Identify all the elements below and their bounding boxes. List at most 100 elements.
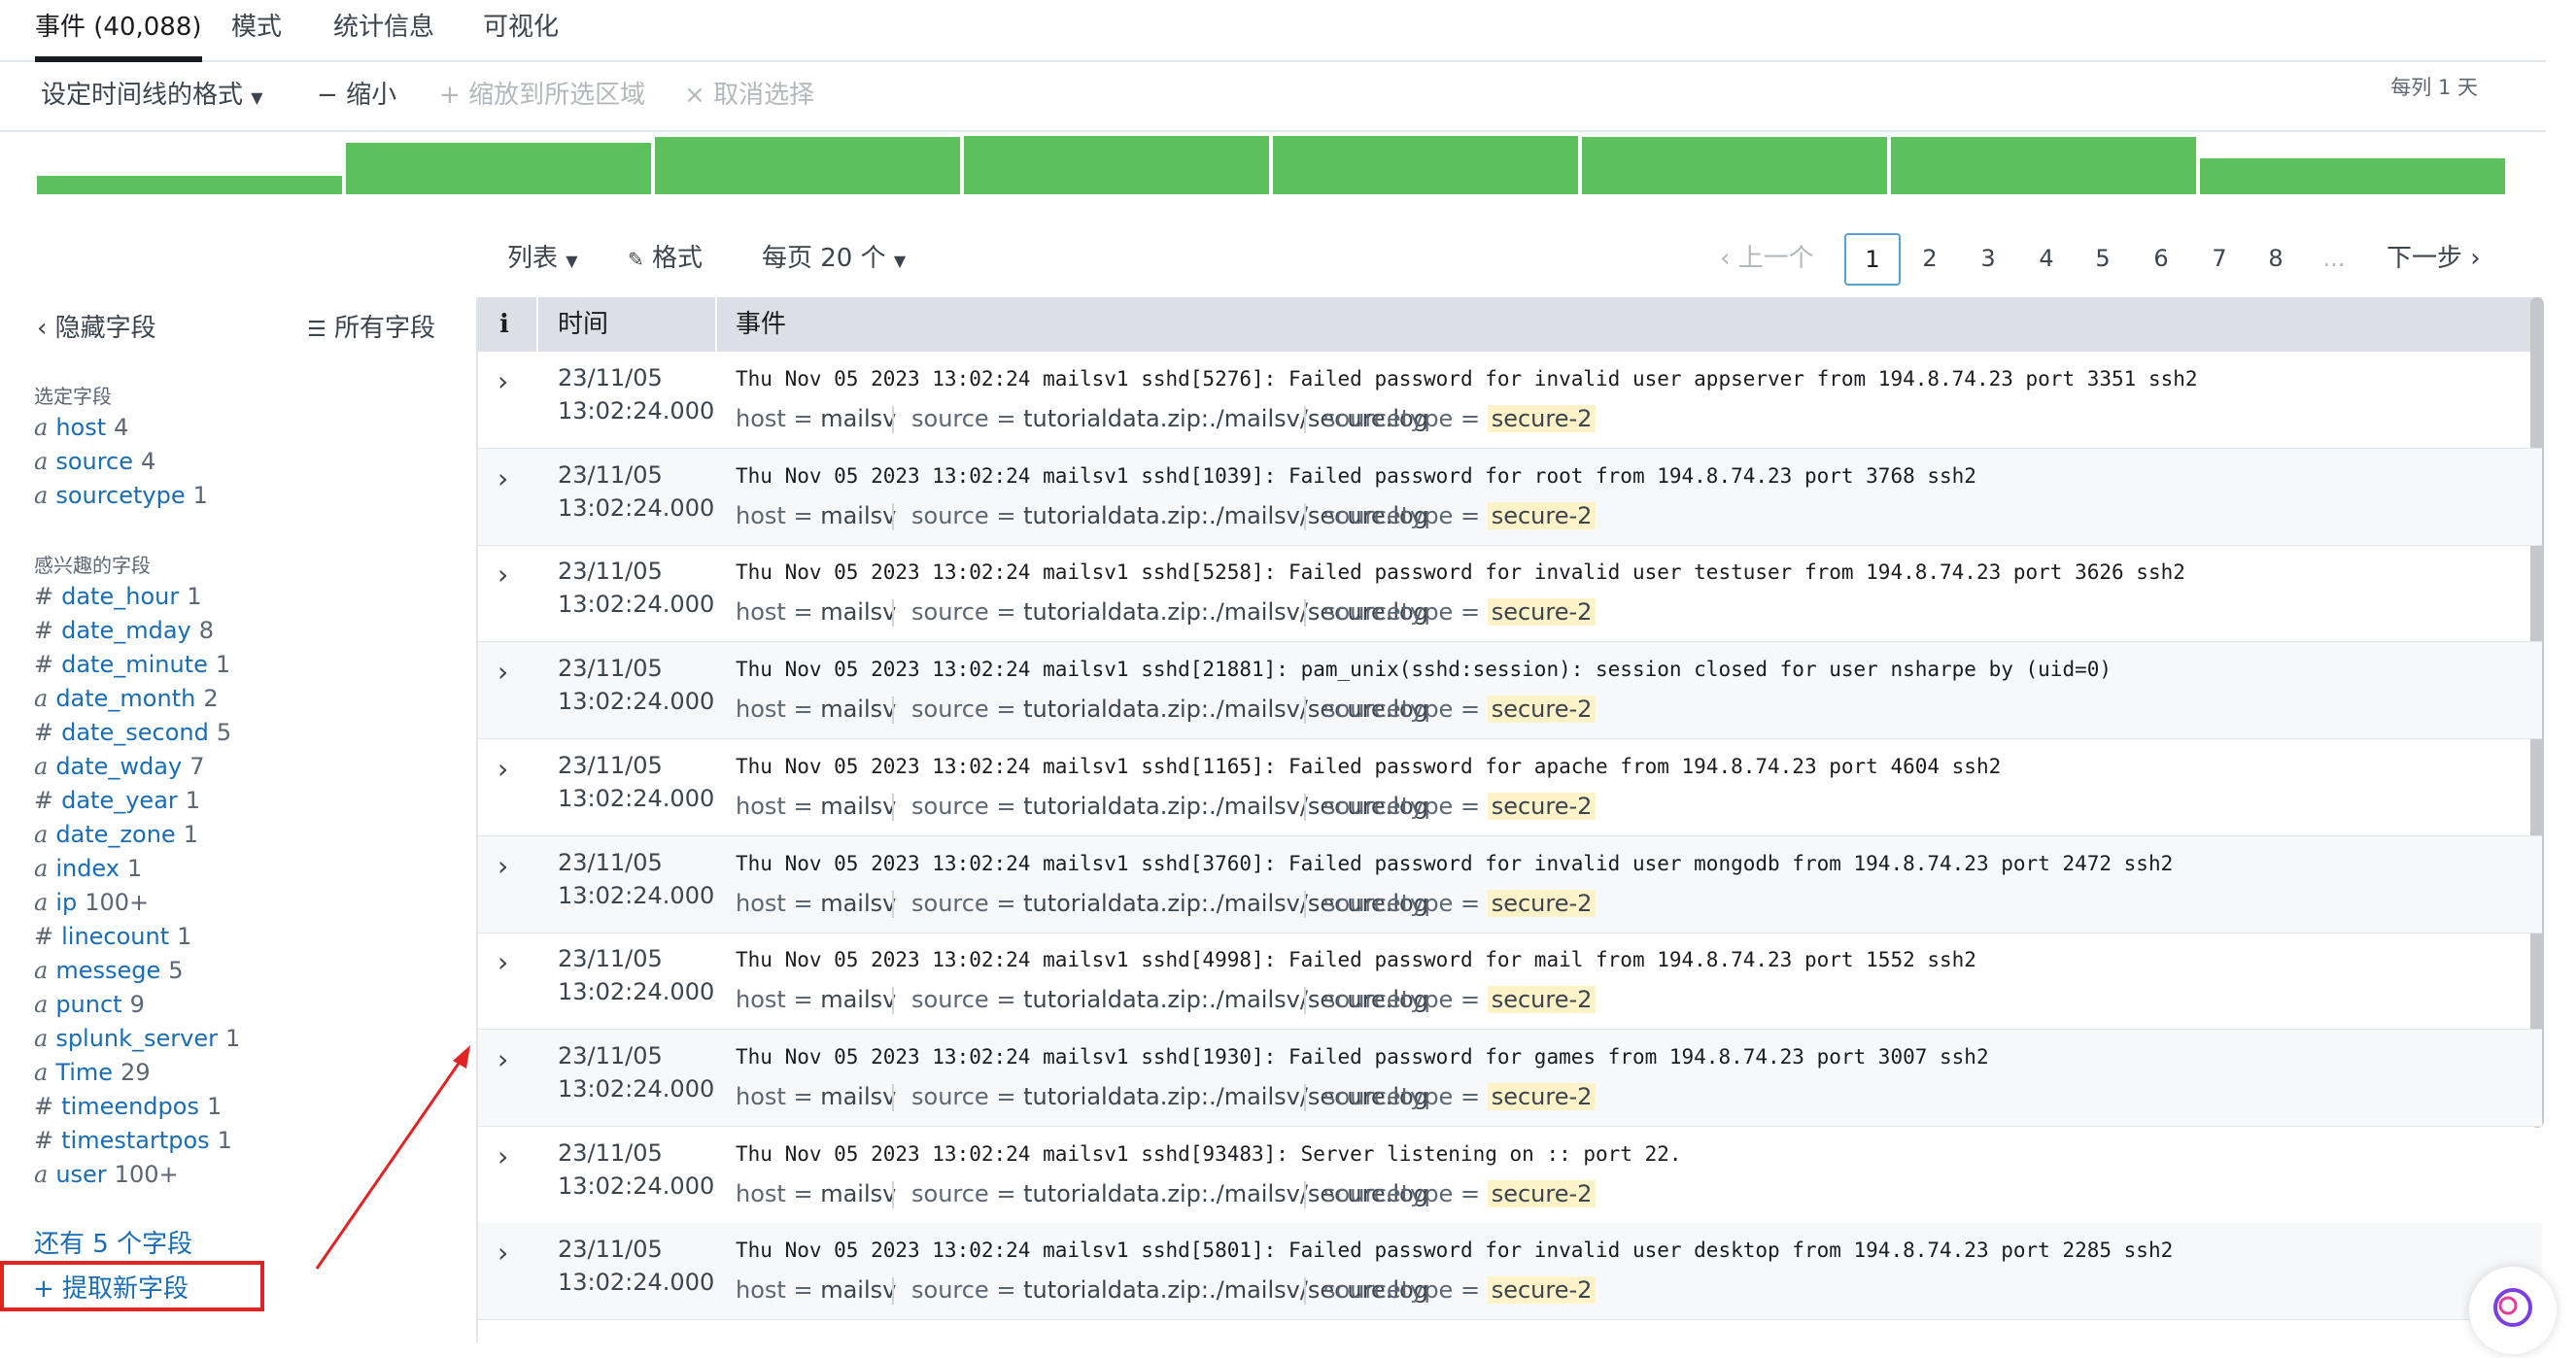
event-raw-text[interactable]: Thu Nov 05 2023 13:02:24 mailsv1 sshd[52… bbox=[736, 363, 2198, 394]
expand-row-icon[interactable]: › bbox=[498, 753, 508, 785]
table-row[interactable]: › 23/11/05 13:02:24.000 Thu Nov 05 2023 13:… bbox=[478, 545, 2542, 643]
field-timeendpos[interactable]: # timeendpos 1 bbox=[34, 1091, 222, 1122]
field-date_wday[interactable]: a date_wday 7 bbox=[34, 751, 204, 782]
sourcetype-field[interactable]: sourcetype = secure-2 bbox=[1323, 983, 1597, 1016]
host-value[interactable]: mailsv bbox=[820, 1180, 896, 1207]
timeline-bar[interactable] bbox=[346, 143, 651, 194]
page-4[interactable]: 4 bbox=[2019, 233, 2074, 284]
page-5[interactable]: 5 bbox=[2076, 233, 2130, 284]
table-row[interactable]: › 23/11/05 13:02:24.000 Thu Nov 05 2023 13:… bbox=[478, 352, 2542, 449]
event-raw-text[interactable]: Thu Nov 05 2023 13:02:24 mailsv1 sshd[21… bbox=[736, 654, 2112, 685]
timeline-bar[interactable] bbox=[964, 135, 1269, 194]
expand-row-icon[interactable]: › bbox=[498, 1140, 508, 1172]
expand-row-icon[interactable]: › bbox=[498, 365, 508, 397]
event-raw-text[interactable]: Thu Nov 05 2023 13:02:24 mailsv1 sshd[10… bbox=[736, 460, 1976, 492]
page-3[interactable]: 3 bbox=[1961, 233, 2015, 284]
sourcetype-value[interactable]: secure-2 bbox=[1487, 405, 1597, 432]
sourcetype-field[interactable]: sourcetype = secure-2 bbox=[1323, 790, 1597, 823]
expand-row-icon[interactable]: › bbox=[498, 1043, 508, 1075]
host-field[interactable]: host = mailsv bbox=[736, 1080, 896, 1113]
sourcetype-field[interactable]: sourcetype = secure-2 bbox=[1323, 887, 1597, 920]
field-date_zone[interactable]: a date_zone 1 bbox=[34, 819, 198, 850]
sourcetype-field[interactable]: sourcetype = secure-2 bbox=[1323, 1080, 1597, 1113]
field-ip[interactable]: a ip 100+ bbox=[34, 887, 149, 918]
event-raw-text[interactable]: Thu Nov 05 2023 13:02:24 mailsv1 sshd[58… bbox=[736, 1235, 2173, 1266]
tab-statistics[interactable]: 统计信息 bbox=[333, 8, 434, 56]
field-date_second[interactable]: # date_second 5 bbox=[34, 717, 231, 748]
field-host[interactable]: a host 4 bbox=[34, 412, 128, 443]
sourcetype-field[interactable]: sourcetype = secure-2 bbox=[1323, 499, 1597, 532]
sourcetype-field[interactable]: sourcetype = secure-2 bbox=[1323, 1273, 1597, 1307]
expand-row-icon[interactable]: › bbox=[498, 559, 508, 591]
field-date_month[interactable]: a date_month 2 bbox=[34, 683, 219, 714]
field-timestartpos[interactable]: # timestartpos 1 bbox=[34, 1125, 232, 1156]
page-1[interactable]: 1 bbox=[1844, 233, 1901, 286]
sourcetype-value[interactable]: secure-2 bbox=[1487, 1082, 1597, 1110]
expand-row-icon[interactable]: › bbox=[498, 462, 508, 494]
page-8[interactable]: 8 bbox=[2249, 233, 2303, 284]
sourcetype-field[interactable]: sourcetype = secure-2 bbox=[1323, 1177, 1597, 1210]
table-row[interactable]: › 23/11/05 13:02:24.000 Thu Nov 05 2023 13:… bbox=[478, 1223, 2542, 1321]
zoom-to-selection-button[interactable]: + 缩放到所选区域 bbox=[439, 78, 645, 113]
table-row[interactable]: › 23/11/05 13:02:24.000 Thu Nov 05 2023 13:… bbox=[478, 1127, 2542, 1224]
host-field[interactable]: host = mailsv bbox=[736, 499, 896, 532]
host-field[interactable]: host = mailsv bbox=[736, 693, 896, 726]
timeline-bar[interactable] bbox=[1891, 137, 2196, 194]
sourcetype-value[interactable]: secure-2 bbox=[1487, 1179, 1597, 1207]
table-row[interactable]: › 23/11/05 13:02:24.000 Thu Nov 05 2023 13:… bbox=[478, 933, 2542, 1031]
page-7[interactable]: 7 bbox=[2192, 233, 2247, 284]
hide-fields-button[interactable]: ‹ 隐藏字段 bbox=[37, 311, 156, 346]
time-column-header[interactable]: 时间 bbox=[558, 307, 608, 342]
expand-row-icon[interactable]: › bbox=[498, 1237, 508, 1269]
table-row[interactable]: › 23/11/05 13:02:24.000 Thu Nov 05 2023 13:… bbox=[478, 642, 2542, 740]
prev-page-button[interactable]: ‹ 上一个 bbox=[1720, 241, 1814, 276]
host-value[interactable]: mailsv bbox=[820, 696, 896, 723]
sourcetype-field[interactable]: sourcetype = secure-2 bbox=[1323, 693, 1597, 726]
field-Time[interactable]: a Time 29 bbox=[34, 1057, 151, 1088]
timeline-bar[interactable] bbox=[655, 137, 960, 194]
table-row[interactable]: › 23/11/05 13:02:24.000 Thu Nov 05 2023 13:… bbox=[478, 448, 2542, 546]
timeline-histogram[interactable] bbox=[35, 134, 2507, 194]
sourcetype-field[interactable]: sourcetype = secure-2 bbox=[1323, 402, 1597, 435]
all-fields-button[interactable]: ☰ 所有字段 bbox=[307, 311, 435, 348]
table-row[interactable]: › 23/11/05 13:02:24.000 Thu Nov 05 2023 13:… bbox=[478, 739, 2542, 836]
timeline-bar[interactable] bbox=[1582, 137, 1887, 194]
tab-events[interactable]: 事件 (40,088) bbox=[35, 8, 202, 62]
field-date_year[interactable]: # date_year 1 bbox=[34, 785, 200, 816]
list-view-dropdown[interactable]: 列表 ▼ bbox=[507, 241, 578, 279]
field-date_hour[interactable]: # date_hour 1 bbox=[34, 581, 201, 612]
deselect-button[interactable]: × 取消选择 bbox=[684, 78, 814, 113]
sourcetype-value[interactable]: secure-2 bbox=[1487, 598, 1597, 627]
event-raw-text[interactable]: Thu Nov 05 2023 13:02:24 mailsv1 sshd[11… bbox=[736, 751, 2001, 782]
host-value[interactable]: mailsv bbox=[820, 502, 896, 529]
expand-row-icon[interactable]: › bbox=[498, 656, 508, 688]
page-6[interactable]: 6 bbox=[2134, 233, 2188, 284]
field-messege[interactable]: a messege 5 bbox=[34, 955, 184, 986]
host-value[interactable]: mailsv bbox=[820, 598, 896, 626]
host-value[interactable]: mailsv bbox=[820, 890, 896, 917]
host-field[interactable]: host = mailsv bbox=[736, 1273, 896, 1307]
event-raw-text[interactable]: Thu Nov 05 2023 13:02:24 mailsv1 sshd[19… bbox=[736, 1041, 1989, 1072]
field-user[interactable]: a user 100+ bbox=[34, 1159, 179, 1190]
host-field[interactable]: host = mailsv bbox=[736, 887, 896, 920]
sourcetype-value[interactable]: secure-2 bbox=[1487, 696, 1597, 724]
sourcetype-field[interactable]: sourcetype = secure-2 bbox=[1323, 595, 1597, 628]
field-punct[interactable]: a punct 9 bbox=[34, 989, 145, 1020]
field-splunk_server[interactable]: a splunk_server 1 bbox=[34, 1023, 240, 1054]
timeline-bar[interactable] bbox=[2200, 157, 2505, 194]
tab-visualization[interactable]: 可视化 bbox=[483, 8, 559, 56]
sourcetype-value[interactable]: secure-2 bbox=[1487, 986, 1597, 1014]
event-raw-text[interactable]: Thu Nov 05 2023 13:02:24 mailsv1 sshd[52… bbox=[736, 557, 2185, 588]
host-value[interactable]: mailsv bbox=[820, 793, 896, 820]
event-raw-text[interactable]: Thu Nov 05 2023 13:02:24 mailsv1 sshd[49… bbox=[736, 944, 1976, 975]
event-raw-text[interactable]: Thu Nov 05 2023 13:02:24 mailsv1 sshd[93… bbox=[736, 1138, 1682, 1170]
next-page-button[interactable]: 下一步 › bbox=[2387, 241, 2481, 276]
field-date_minute[interactable]: # date_minute 1 bbox=[34, 649, 230, 680]
sourcetype-value[interactable]: secure-2 bbox=[1487, 501, 1597, 529]
sourcetype-value[interactable]: secure-2 bbox=[1487, 1276, 1597, 1305]
more-fields-link[interactable]: 还有 5 个字段 bbox=[34, 1224, 192, 1260]
host-value[interactable]: mailsv bbox=[820, 1083, 896, 1110]
host-value[interactable]: mailsv bbox=[820, 405, 896, 432]
expand-row-icon[interactable]: › bbox=[498, 946, 508, 978]
page-2[interactable]: 2 bbox=[1903, 233, 1957, 284]
